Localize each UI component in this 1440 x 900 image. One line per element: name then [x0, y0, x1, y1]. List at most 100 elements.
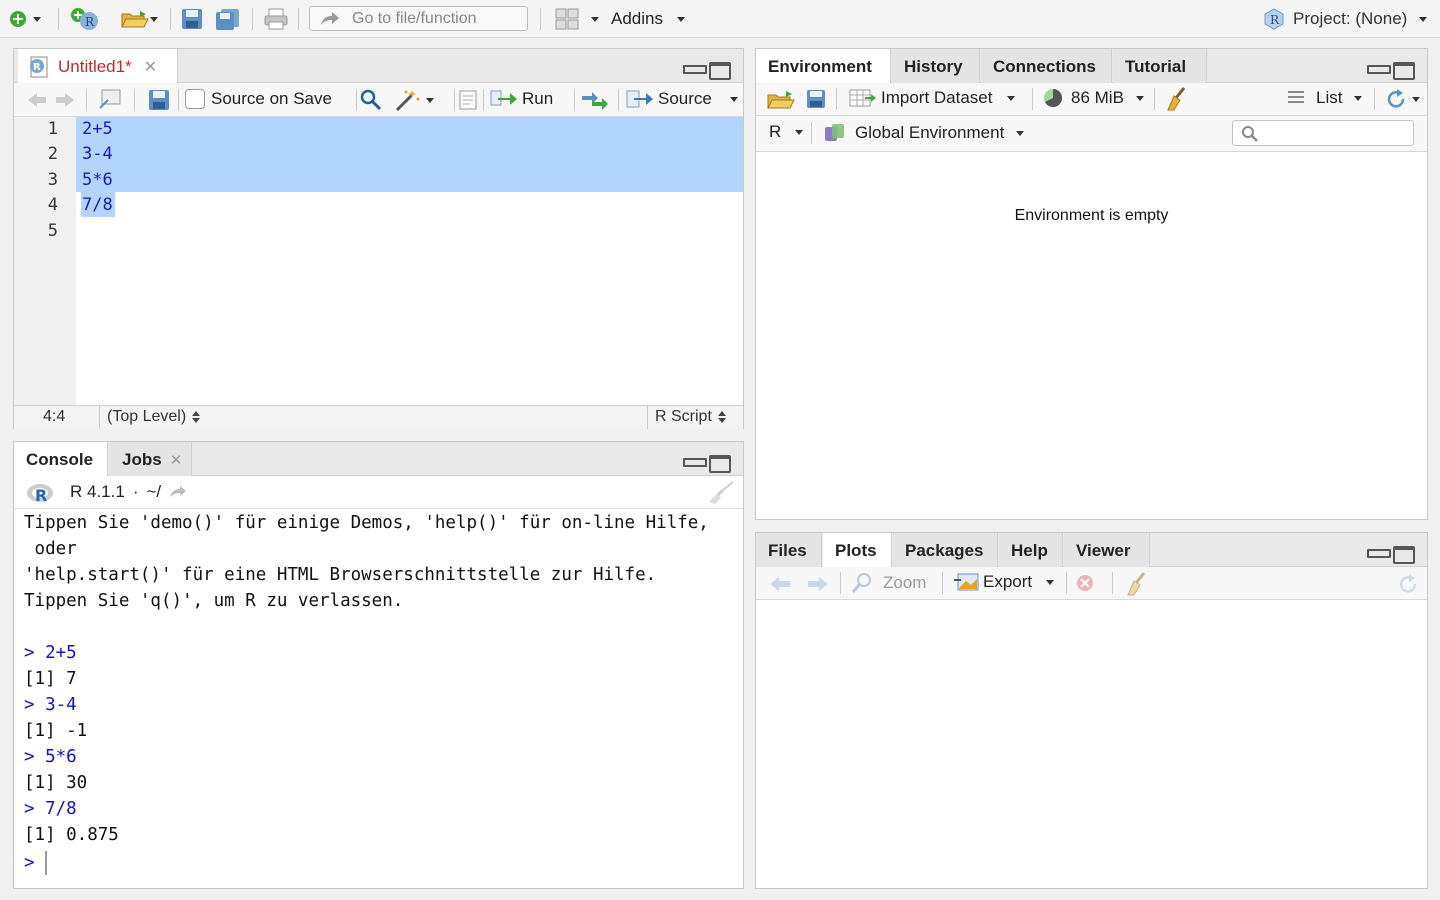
text-cursor — [44, 851, 47, 875]
maximize-button[interactable] — [1393, 546, 1415, 564]
project-menu[interactable]: R Project: (None) — [1263, 8, 1428, 30]
maximize-button[interactable] — [1393, 62, 1415, 80]
source-button[interactable]: Source — [626, 89, 738, 109]
clear-console-icon[interactable] — [707, 480, 735, 504]
svg-text:R: R — [35, 486, 47, 504]
line-number: 5 — [47, 221, 58, 241]
separator-dot: · — [132, 482, 139, 501]
save-all-button[interactable] — [214, 7, 242, 31]
zoom-label: Zoom — [883, 573, 927, 592]
new-project-button[interactable]: R — [70, 7, 100, 31]
view-label: List — [1316, 88, 1343, 107]
minimize-button[interactable] — [683, 62, 707, 76]
refresh-icon[interactable] — [1396, 572, 1420, 596]
tab-jobs[interactable]: Jobs ✕ — [110, 442, 192, 477]
updown-icon — [192, 410, 201, 423]
source-on-save-label: Source on Save — [211, 89, 332, 108]
new-project-icon: R — [71, 8, 98, 30]
search-icon[interactable] — [359, 88, 383, 112]
compile-report-icon[interactable] — [458, 90, 478, 110]
tab-tutorial[interactable]: Tutorial — [1113, 49, 1207, 84]
language-selector[interactable]: R — [769, 122, 804, 142]
scope-selector[interactable]: Global Environment — [823, 122, 1025, 144]
minimize-button[interactable] — [1367, 546, 1391, 560]
code-line[interactable]: 2+5 — [82, 119, 113, 139]
close-icon[interactable]: ✕ — [144, 57, 157, 77]
zoom-button[interactable]: Zoom — [851, 572, 926, 594]
checkbox-icon[interactable] — [185, 89, 205, 109]
environment-icon — [825, 124, 844, 141]
minimize-button[interactable] — [683, 455, 707, 469]
source-editor-pane: R Untitled1* ✕ Source on Save Run Source… — [13, 48, 744, 429]
save-icon[interactable] — [148, 89, 170, 111]
workspace-panes-button[interactable] — [554, 7, 600, 31]
tab-files[interactable]: Files — [756, 533, 822, 568]
export-button[interactable]: Export — [953, 572, 1055, 592]
tab-environment[interactable]: Environment — [756, 49, 891, 84]
editor-status-bar: 4:4 (Top Level) R Script — [14, 405, 743, 429]
tab-viewer[interactable]: Viewer — [1064, 533, 1150, 568]
load-workspace-icon[interactable] — [766, 88, 796, 110]
save-workspace-icon[interactable] — [806, 89, 826, 109]
maximize-button[interactable] — [709, 455, 731, 473]
minimize-button[interactable] — [1367, 62, 1391, 76]
tab-packages[interactable]: Packages — [893, 533, 998, 568]
goto-file-input[interactable]: Go to file/function — [309, 6, 528, 31]
addins-menu[interactable]: Addins — [611, 9, 685, 29]
plot-back-forward-icon[interactable] — [768, 574, 832, 594]
view-mode-button[interactable]: List — [1286, 88, 1363, 108]
close-icon[interactable]: ✕ — [170, 451, 183, 469]
broom-icon[interactable] — [1164, 86, 1190, 112]
zoom-icon — [851, 573, 871, 593]
tab-label: Console — [26, 449, 94, 469]
tab-history[interactable]: History — [892, 49, 980, 84]
plots-toolbar: Zoom Export — [756, 567, 1427, 600]
tab-label: History — [904, 56, 963, 76]
chevron-down-icon — [1412, 96, 1420, 102]
tab-label: Environment — [768, 56, 872, 76]
chevron-down-icon — [1419, 16, 1428, 22]
chevron-down-icon — [591, 16, 599, 22]
remove-plot-icon[interactable] — [1076, 574, 1094, 592]
file-type-selector[interactable]: R Script — [655, 408, 726, 426]
tab-untitled1[interactable]: R Untitled1* ✕ — [18, 49, 178, 84]
r-file-icon: R — [30, 56, 48, 77]
print-button[interactable] — [262, 7, 290, 31]
plus-icon — [10, 11, 26, 27]
code-line[interactable]: 5*6 — [82, 170, 113, 190]
tab-connections[interactable]: Connections — [981, 49, 1112, 84]
source-on-save-checkbox[interactable]: Source on Save — [185, 89, 332, 109]
import-dataset-button[interactable]: Import Dataset — [849, 88, 1015, 108]
r-version: R 4.1.1 — [70, 482, 125, 501]
open-file-button[interactable] — [115, 7, 163, 31]
clear-plots-icon[interactable] — [1124, 571, 1150, 597]
tab-help[interactable]: Help — [999, 533, 1063, 568]
code-line[interactable]: 7/8 — [82, 195, 113, 215]
tab-label: Viewer — [1076, 540, 1131, 560]
svg-text:R: R — [1270, 13, 1280, 27]
chevron-down-icon — [1016, 130, 1025, 136]
console-output[interactable]: Tippen Sie 'demo()' für einige Demos, 'h… — [14, 509, 743, 888]
back-forward-icon[interactable] — [26, 90, 78, 110]
rerun-icon[interactable] — [580, 90, 610, 110]
maximize-button[interactable] — [709, 62, 731, 80]
go-to-directory-icon[interactable] — [169, 485, 187, 499]
run-button[interactable]: Run — [490, 89, 553, 109]
scope-selector[interactable]: (Top Level) — [107, 408, 201, 426]
tab-console[interactable]: Console — [14, 442, 108, 477]
refresh-button[interactable] — [1384, 87, 1420, 111]
environment-search-input[interactable] — [1232, 120, 1414, 146]
environment-pane: Environment History Connections Tutorial… — [755, 48, 1428, 520]
line-number: 3 — [47, 170, 58, 190]
save-button[interactable] — [180, 7, 204, 31]
new-file-button[interactable] — [8, 7, 42, 31]
show-in-window-icon[interactable] — [98, 88, 124, 110]
console-prompt[interactable]: > — [24, 851, 47, 875]
tab-plots[interactable]: Plots — [823, 533, 892, 568]
memory-usage-button[interactable]: 86 MiB — [1043, 88, 1144, 108]
chevron-down-icon — [150, 16, 158, 22]
console-command-line: > 3-4 — [24, 695, 77, 715]
code-tools-button[interactable] — [394, 88, 434, 112]
code-line[interactable]: 3-4 — [82, 144, 113, 164]
scope-label: Global Environment — [855, 123, 1005, 142]
